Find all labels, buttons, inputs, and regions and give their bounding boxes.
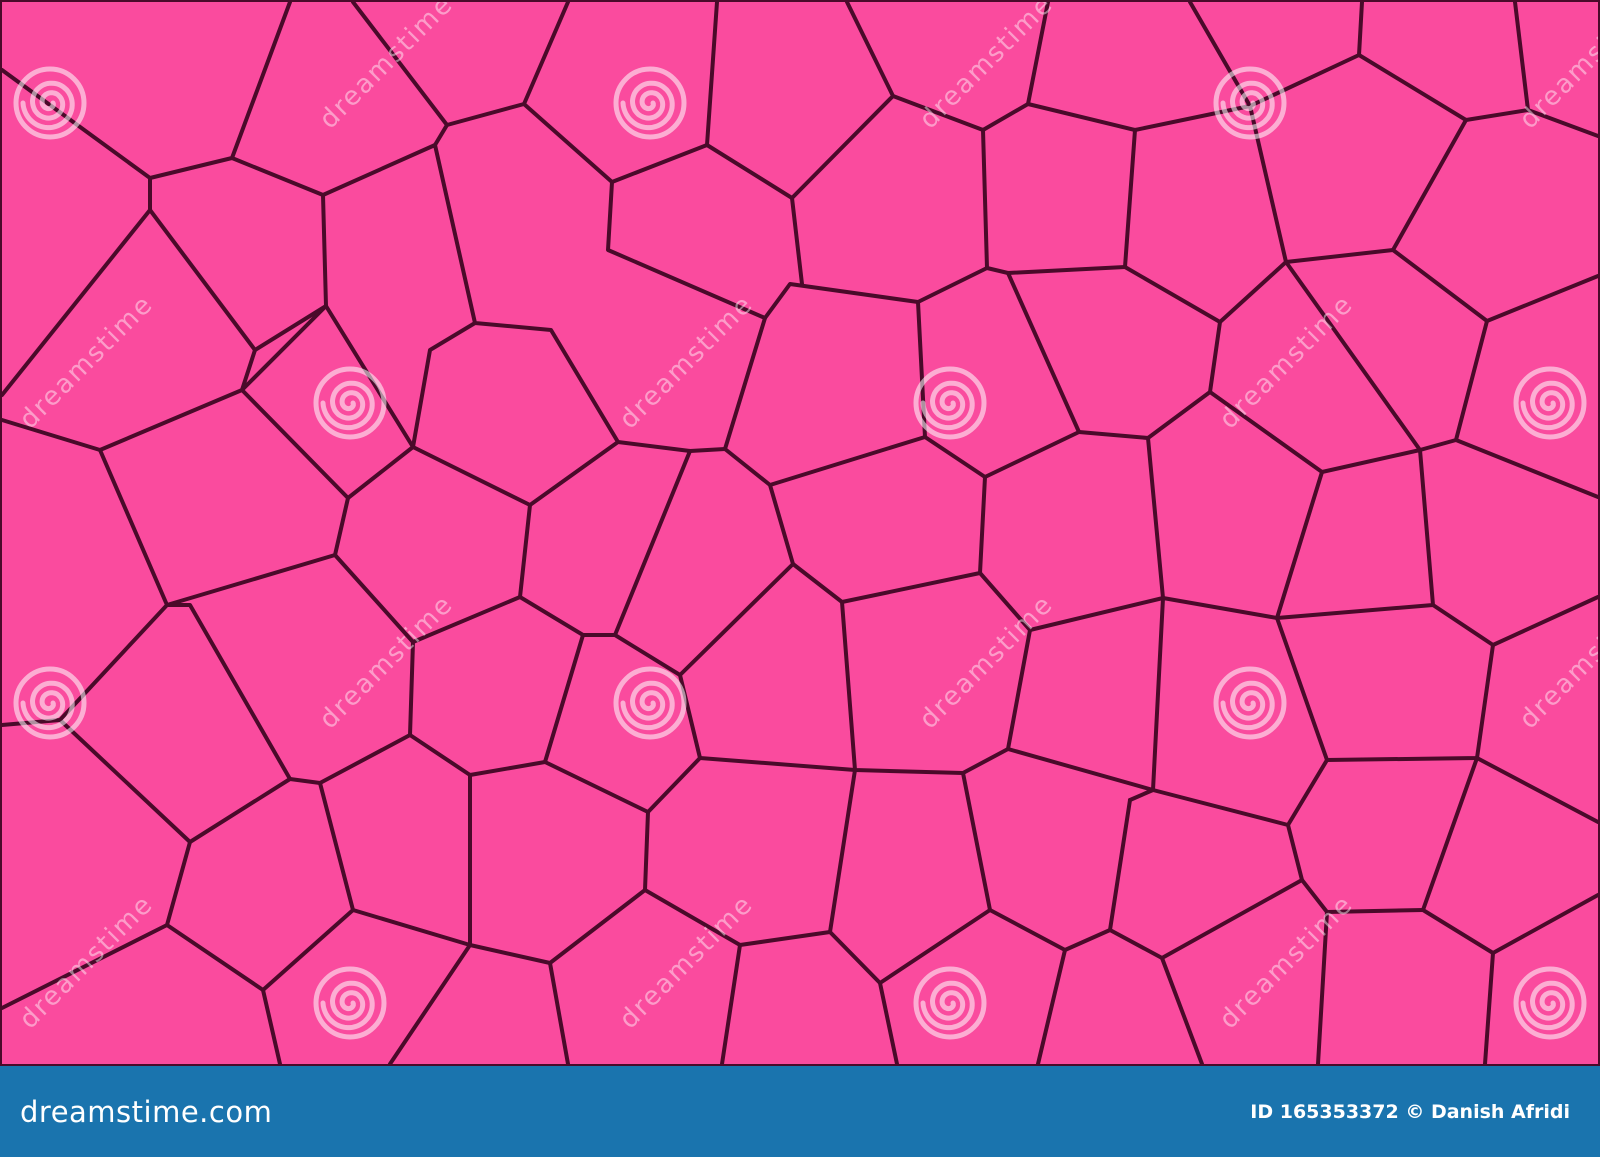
stock-image: dreamstime dreamstime dreamstime dreamstime… <box>0 0 1600 1157</box>
image-credit: ID 165353372 © Danish Afridi <box>1250 1100 1570 1123</box>
footer-brand[interactable]: dreamstime.com <box>20 1095 272 1129</box>
footer-bar: dreamstime.com ID 165353372 © Danish Afr… <box>0 1066 1600 1157</box>
brand-name: dreamstime.com <box>20 1094 273 1129</box>
voronoi-pattern: dreamstime dreamstimedreamstime dreamstime… <box>0 0 1600 1066</box>
